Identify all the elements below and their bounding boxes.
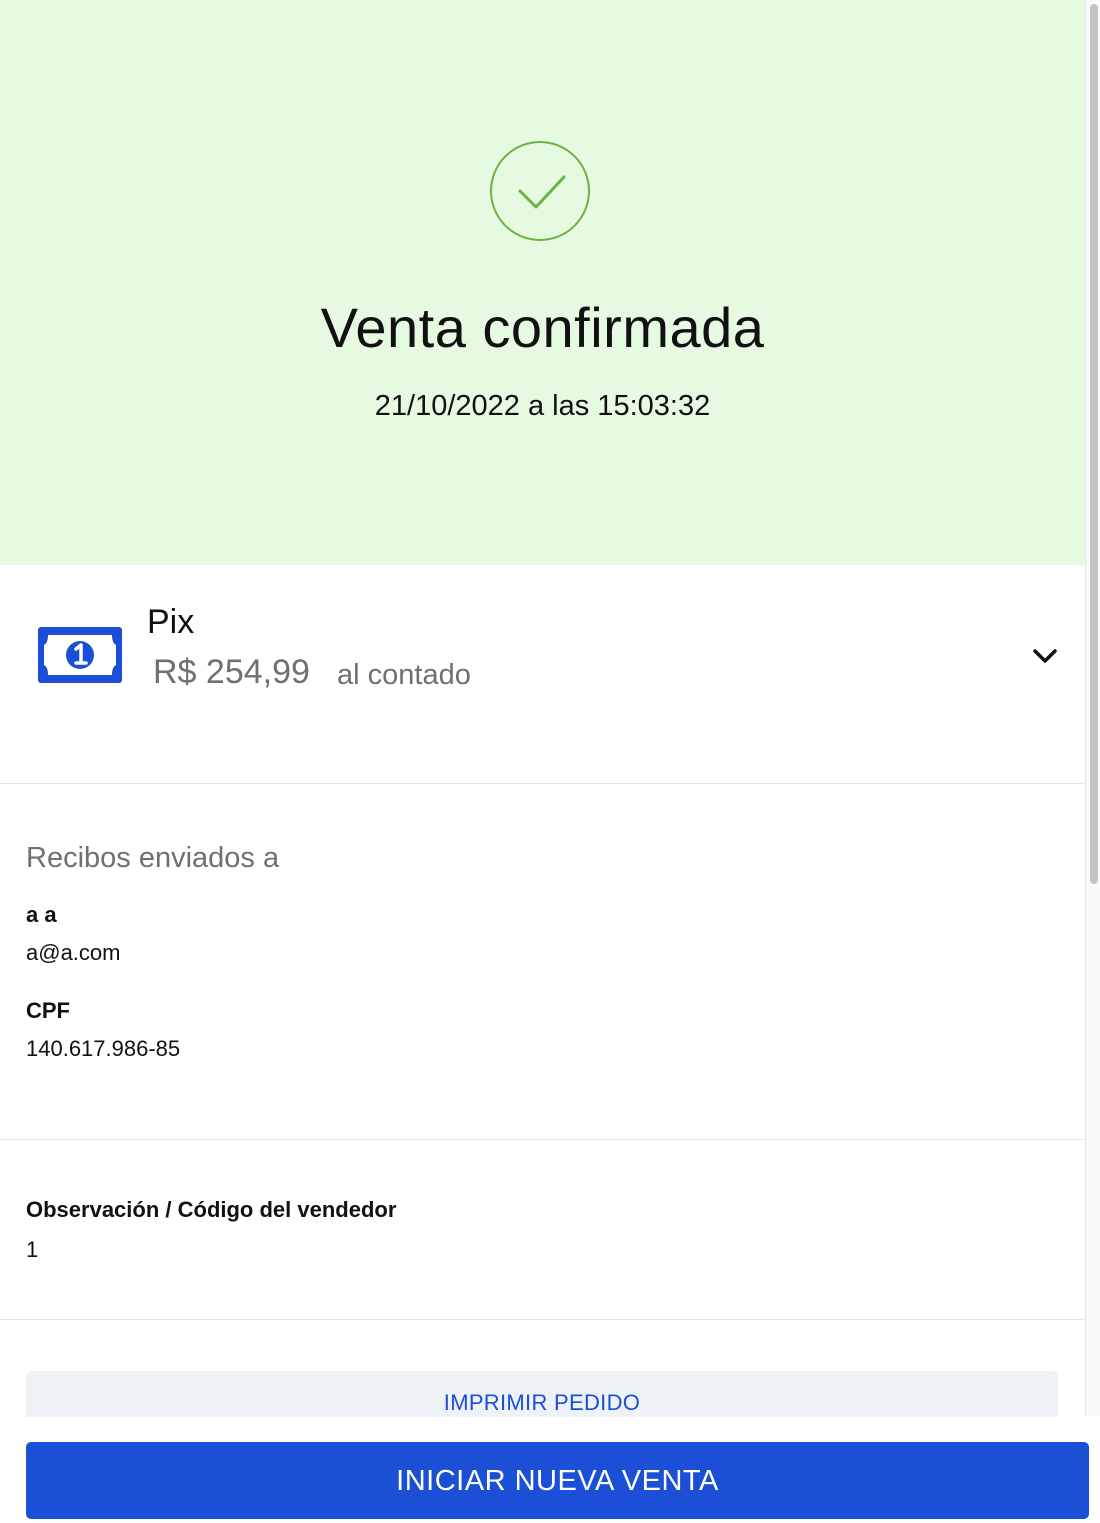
document-type-label: CPF: [26, 998, 70, 1023]
payment-terms: al contado: [337, 659, 471, 691]
payment-amount: R$ 254,99: [153, 653, 310, 691]
chevron-down-icon[interactable]: [1030, 641, 1060, 671]
sale-datetime: 21/10/2022 a las 15:03:32: [374, 390, 711, 422]
observation-value: 1: [26, 1237, 39, 1262]
print-order-button[interactable]: IMPRIMIR PEDIDO: [26, 1371, 1058, 1417]
confirmation-scroll-area[interactable]: Venta confirmada 21/10/2022 a las 15:03:…: [0, 0, 1085, 1417]
receipts-heading: Recibos enviados a: [26, 842, 280, 874]
scrollbar-thumb[interactable]: [1090, 4, 1098, 884]
footer-bar: INICIAR NUEVA VENTA: [0, 1417, 1100, 1523]
payment-summary: Pix R$ 254,99 al contado: [0, 565, 1085, 784]
document-number: 140.617.986-85: [26, 1036, 181, 1061]
receipts-section: Recibos enviados a a a a@a.com CPF 140.6…: [0, 784, 1085, 1140]
success-check-icon: [490, 141, 590, 241]
customer-email: a@a.com: [26, 940, 121, 965]
confirmation-banner: Venta confirmada 21/10/2022 a las 15:03:…: [0, 0, 1085, 565]
observation-label: Observación / Código del vendedor: [26, 1197, 397, 1222]
observation-section: Observación / Código del vendedor 1: [0, 1140, 1085, 1320]
payment-method-name: Pix: [147, 603, 195, 641]
page-title: Venta confirmada: [320, 296, 765, 359]
banknote-icon: [38, 627, 122, 688]
new-sale-button[interactable]: INICIAR NUEVA VENTA: [26, 1442, 1089, 1519]
customer-name: a a: [26, 902, 57, 927]
